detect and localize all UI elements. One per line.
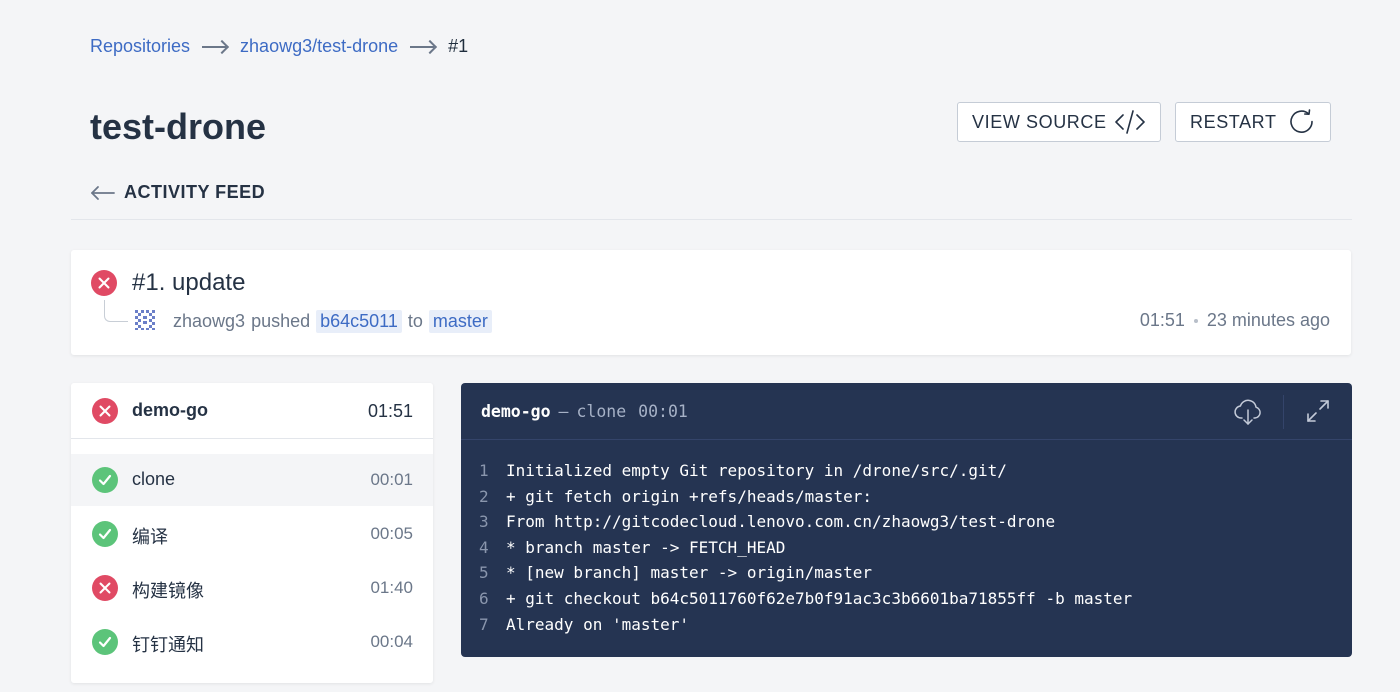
log-line: 3 From http://gitcodecloud.lenovo.com.cn/…: [479, 509, 1132, 535]
check-icon: [92, 467, 118, 493]
stage-name: demo-go: [132, 400, 208, 420]
step-item-compile[interactable]: 编译 00:05: [71, 508, 433, 560]
log-stage-name: demo-go: [481, 402, 551, 421]
stages-panel: demo-go 01:51 clone 00:01 编译 00:05 构建镜像 …: [71, 383, 433, 683]
line-number[interactable]: 3: [479, 509, 506, 535]
step-duration: 01:40: [370, 578, 413, 597]
branch-link[interactable]: master: [428, 310, 492, 333]
step-name: 构建镜像: [132, 581, 204, 601]
stage-duration: 01:51: [367, 401, 413, 421]
step-item-dingtalk-notify[interactable]: 钉钉通知 00:04: [71, 616, 433, 668]
build-author: zhaowg3: [173, 311, 246, 331]
log-line: 7 Already on 'master': [479, 612, 1132, 638]
step-name: clone: [132, 469, 176, 489]
stage-header[interactable]: demo-go 01:51: [71, 383, 433, 439]
breadcrumb-repo[interactable]: zhaowg3/test-drone: [240, 36, 398, 57]
log-line: 2 + git fetch origin +refs/heads/master:: [479, 484, 1132, 510]
breadcrumb-repositories[interactable]: Repositories: [90, 36, 190, 57]
line-number[interactable]: 6: [479, 586, 506, 612]
step-duration: 00:04: [370, 632, 413, 651]
log-separator: —: [558, 402, 569, 421]
arrow-left-icon: [91, 185, 115, 200]
log-step-time: 00:01: [638, 402, 688, 421]
build-title: #1. update: [132, 269, 246, 296]
x-icon: [92, 575, 118, 601]
log-step-name: clone: [576, 402, 627, 421]
refresh-icon: [1290, 109, 1313, 133]
line-text: * branch master -> FETCH_HEAD: [506, 537, 786, 557]
line-number[interactable]: 2: [479, 484, 506, 510]
log-header-divider: [1283, 395, 1284, 429]
step-name: 编译: [132, 527, 168, 547]
view-source-button[interactable]: VIEW SOURCE: [957, 102, 1161, 142]
view-source-label: VIEW SOURCE: [972, 111, 1107, 132]
build-ago: 23 minutes ago: [1206, 310, 1330, 330]
build-meta: zhaowg3 pushed b64c5011 to master: [173, 310, 492, 333]
avatar-icon: [135, 310, 155, 330]
line-number[interactable]: 1: [479, 458, 506, 484]
line-number[interactable]: 4: [479, 535, 506, 561]
build-page: Repositories zhaowg3/test-drone #1 test-…: [0, 0, 1400, 692]
breadcrumb-build: #1: [448, 36, 469, 56]
step-item-build-image[interactable]: 构建镜像 01:40: [71, 562, 433, 614]
restart-button[interactable]: RESTART: [1175, 102, 1331, 142]
line-text: + git fetch origin +refs/heads/master:: [506, 486, 873, 506]
log-header: demo-go — clone 00:01: [461, 383, 1352, 440]
divider: [71, 219, 1352, 220]
arrow-right-icon: [202, 40, 228, 54]
line-number[interactable]: 5: [479, 560, 506, 586]
cloud-download-icon[interactable]: [1233, 397, 1263, 427]
line-text: From http://gitcodecloud.lenovo.com.cn/z…: [506, 512, 1056, 532]
x-icon: [92, 398, 118, 424]
step-name: 钉钉通知: [132, 635, 204, 655]
step-duration: 00:01: [370, 470, 413, 489]
arrow-right-icon: [410, 40, 436, 54]
line-text: Initialized empty Git repository in /dro…: [506, 461, 1007, 480]
log-panel: demo-go — clone 00:01 1 Initialized empty…: [461, 383, 1352, 657]
check-icon: [92, 629, 118, 655]
build-duration: 01:51: [1139, 310, 1185, 330]
connector-line: [104, 300, 128, 322]
step-duration: 00:05: [370, 524, 413, 543]
build-card: #1. update zhaowg3 pushed b64c5011 to ma…: [71, 250, 1351, 355]
expand-icon[interactable]: [1304, 397, 1332, 425]
dot-separator: [1193, 318, 1198, 323]
code-icon: [1115, 110, 1145, 134]
build-time: 01:51 23 minutes ago: [1140, 310, 1330, 331]
x-icon: [91, 270, 117, 296]
log-lines: 1 Initialized empty Git repository in /dr…: [479, 458, 1132, 637]
build-action: pushed: [251, 311, 311, 331]
check-icon: [92, 521, 118, 547]
activity-feed-link[interactable]: ACTIVITY FEED: [90, 182, 265, 203]
activity-feed-label: ACTIVITY FEED: [124, 182, 266, 202]
log-line: 5 * [new branch] master -> origin/master: [479, 560, 1132, 586]
restart-label: RESTART: [1190, 111, 1277, 132]
step-item-clone[interactable]: clone 00:01: [71, 454, 433, 506]
line-text: + git checkout b64c5011760f62e7b0f91ac3c…: [506, 588, 1133, 608]
breadcrumb: Repositories zhaowg3/test-drone #1: [90, 36, 468, 57]
page-title: test-drone: [90, 106, 267, 147]
line-text: * [new branch] master -> origin/master: [506, 563, 873, 583]
line-number[interactable]: 7: [479, 612, 506, 638]
log-line: 6 + git checkout b64c5011760f62e7b0f91ac3…: [479, 586, 1132, 612]
build-to: to: [407, 311, 423, 331]
commit-link[interactable]: b64c5011: [316, 310, 402, 333]
log-line: 1 Initialized empty Git repository in /dr…: [479, 458, 1132, 484]
log-line: 4 * branch master -> FETCH_HEAD: [479, 535, 1132, 561]
line-text: Already on 'master': [506, 614, 690, 634]
log-title: demo-go — clone 00:01: [481, 402, 688, 421]
